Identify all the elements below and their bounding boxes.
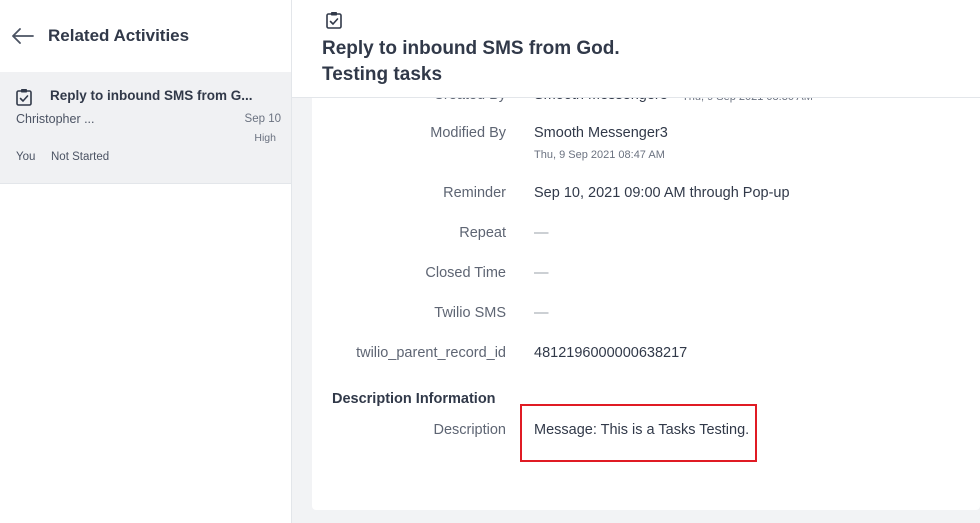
twilio-sms-label: Twilio SMS	[434, 305, 506, 321]
modified-by-value: Smooth Messenger3	[534, 125, 668, 141]
activity-card[interactable]: Reply to inbound SMS from G... Christoph…	[0, 72, 291, 184]
sidebar: Related Activities Reply to inbound SMS …	[0, 0, 292, 523]
description-label: Description	[433, 422, 506, 438]
record-header: Reply to inbound SMS from God. Testing t…	[292, 0, 980, 98]
record-title: Reply to inbound SMS from God. Testing t…	[322, 38, 620, 85]
parent-record-label: twilio_parent_record_id	[356, 345, 506, 361]
description-highlight-box	[520, 404, 757, 462]
main-content: Created By Smooth Messenger3 Thu, 9 Sep …	[292, 0, 980, 523]
activity-title: Reply to inbound SMS from G...	[50, 88, 253, 103]
reminder-value: Sep 10, 2021 09:00 AM through Pop-up	[534, 185, 790, 201]
closed-time-value: —	[534, 265, 549, 281]
twilio-sms-value: —	[534, 305, 549, 321]
reminder-label: Reminder	[443, 185, 506, 201]
sidebar-title: Related Activities	[48, 26, 190, 45]
task-icon	[326, 11, 342, 34]
repeat-label: Repeat	[459, 225, 506, 241]
details-panel: Created By Smooth Messenger3 Thu, 9 Sep …	[312, 70, 980, 510]
activity-status: Not Started	[51, 151, 110, 163]
repeat-value: —	[534, 225, 549, 241]
modified-by-label: Modified By	[430, 125, 506, 141]
activity-owner: Christopher ...	[16, 112, 95, 126]
activity-date: Sep 10	[244, 113, 281, 125]
description-section-title: Description Information	[332, 391, 496, 407]
modified-by-time: Thu, 9 Sep 2021 08:47 AM	[534, 149, 665, 161]
sidebar-header: Related Activities	[0, 0, 291, 72]
activity-assignee: You	[16, 151, 36, 163]
parent-record-value: 4812196000000638217	[534, 345, 688, 361]
closed-time-label: Closed Time	[425, 265, 506, 281]
activity-priority: High	[254, 132, 276, 144]
task-icon	[16, 88, 32, 111]
back-arrow-icon[interactable]	[12, 26, 36, 46]
